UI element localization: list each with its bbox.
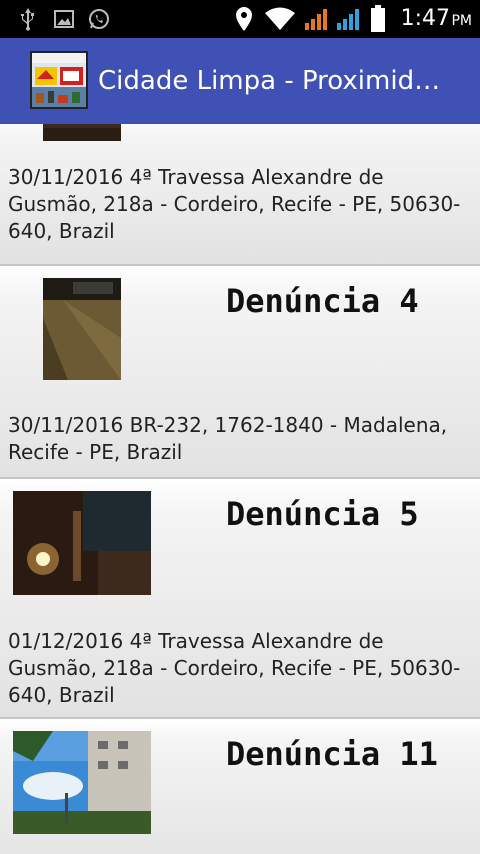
action-bar: Cidade Limpa - Proximid… bbox=[0, 38, 480, 124]
list-item[interactable]: 30/11/2016 4ª Travessa Alexandre de Gusm… bbox=[0, 124, 480, 266]
app-logo[interactable] bbox=[30, 51, 88, 109]
report-photo bbox=[13, 491, 151, 595]
report-address: 01/12/2016 4ª Travessa Alexandre de Gusm… bbox=[8, 629, 461, 707]
report-address: 30/11/2016 4ª Travessa Alexandre de Gusm… bbox=[8, 165, 461, 243]
whatsapp-icon bbox=[86, 0, 112, 38]
clock-ampm: PM bbox=[451, 13, 472, 29]
report-title: Denúncia 11 bbox=[226, 735, 438, 773]
app-title: Cidade Limpa - Proximid… bbox=[98, 66, 441, 96]
location-icon bbox=[232, 0, 256, 38]
wifi-icon bbox=[264, 0, 296, 38]
report-photo bbox=[43, 278, 121, 380]
report-photo bbox=[43, 124, 121, 141]
report-title: Denúncia 4 bbox=[226, 282, 419, 320]
battery-icon bbox=[366, 0, 390, 38]
list-item[interactable]: Denúncia 4 30/11/2016 BR-232, 1762-1840 … bbox=[0, 266, 480, 479]
image-icon bbox=[52, 0, 76, 38]
usb-icon bbox=[16, 0, 40, 38]
report-title: Denúncia 5 bbox=[226, 495, 419, 533]
list-item[interactable]: Denúncia 5 01/12/2016 4ª Travessa Alexan… bbox=[0, 479, 480, 719]
signal-icon bbox=[334, 0, 362, 38]
report-photo bbox=[13, 731, 151, 834]
status-bar: 1:47 PM bbox=[0, 0, 480, 38]
denuncia-list[interactable]: 30/11/2016 4ª Travessa Alexandre de Gusm… bbox=[0, 124, 480, 854]
signal-icon bbox=[302, 0, 330, 38]
list-item[interactable]: Denúncia 11 bbox=[0, 719, 480, 854]
report-address: 30/11/2016 BR-232, 1762-1840 - Madalena,… bbox=[8, 413, 448, 464]
clock-time: 1:47 bbox=[400, 6, 450, 31]
